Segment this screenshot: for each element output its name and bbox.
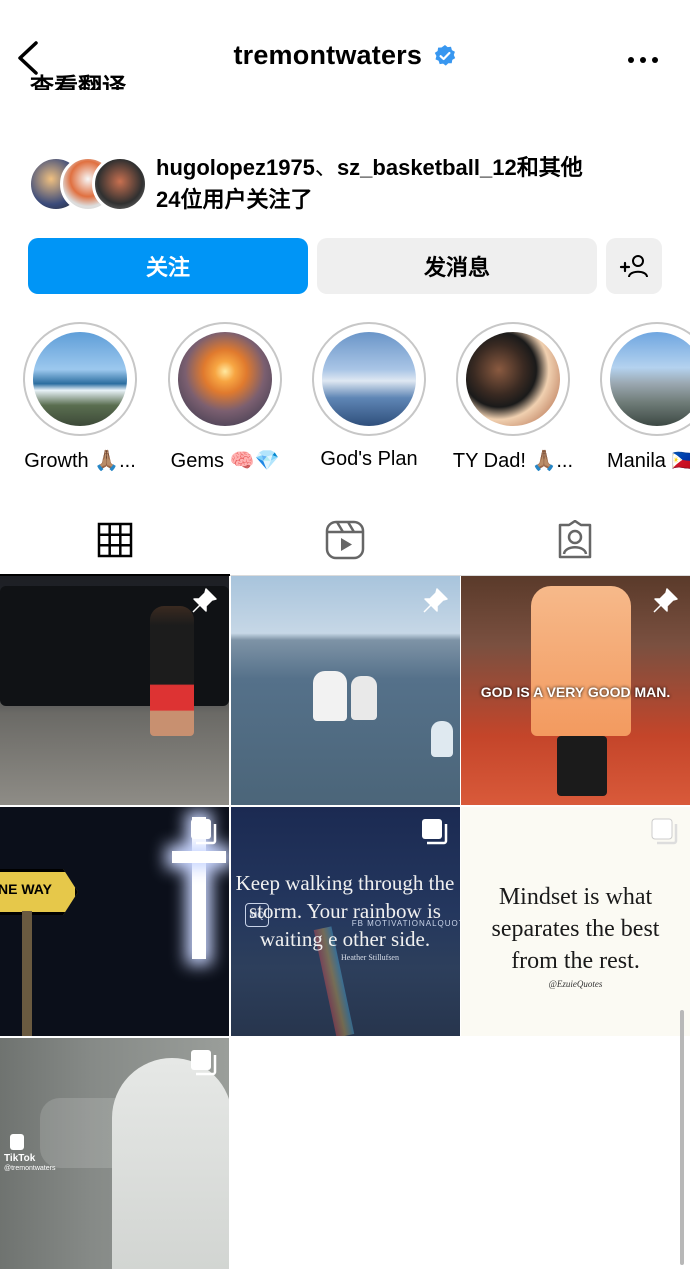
pin-icon (423, 588, 448, 613)
mutual-user-2[interactable]: sz_basketball_12 (337, 155, 517, 180)
followed-by-text: 位用户关注了 (180, 187, 313, 212)
highlight-ring (600, 322, 690, 436)
mutual-followers-text: hugolopez1975、sz_basketball_12和其他 24位用户关… (156, 152, 656, 216)
carousel-icon (191, 819, 217, 845)
highlight-label: Manila 🇵🇭 (607, 450, 690, 472)
post-caption: NE WAY (0, 881, 52, 897)
post-credit: @EzuieQuotes (548, 979, 603, 989)
highlight-ty-dad[interactable]: TY Dad! 🙏🏽... (441, 322, 585, 473)
mutual-followers[interactable]: hugolopez1975、sz_basketball_12和其他 24位用户关… (28, 152, 668, 216)
profile-username: tremontwaters (233, 40, 423, 70)
story-highlights: Growth 🙏🏽... Gems 🧠💎 God's Plan TY Dad! … (0, 322, 690, 482)
highlight-ring (23, 322, 137, 436)
highlight-growth[interactable]: Growth 🙏🏽... (8, 322, 152, 473)
post-caption: GOD IS A VERY GOOD MAN. (480, 684, 671, 700)
post-caption: Mindset is what separates the best from … (491, 884, 660, 974)
suggest-users-button[interactable] (606, 238, 662, 294)
tab-tagged[interactable] (460, 505, 690, 575)
add-person-icon (619, 255, 648, 278)
highlight-gods-plan[interactable]: God's Plan (297, 322, 441, 471)
highlight-label: TY Dad! 🙏🏽... (452, 450, 574, 472)
highlight-cover (610, 332, 690, 426)
player-jersey (531, 586, 631, 736)
mutual-avatars (28, 156, 148, 212)
mutual-user-1[interactable]: hugolopez1975 (156, 155, 315, 180)
avatar (92, 156, 148, 212)
post-caption: Keep walking through the storm. Your rai… (235, 871, 455, 951)
tiktok-label: TikTok (4, 1153, 36, 1164)
sign-pole (22, 911, 32, 1036)
tiktok-handle: @tremontwaters (4, 1165, 56, 1172)
highlight-cover (466, 332, 560, 426)
carousel-icon (651, 818, 678, 845)
post-tile-6[interactable]: Mindset is what separates the best from … (461, 807, 690, 1036)
more-horizontal-icon[interactable] (626, 50, 660, 70)
highlight-cover (33, 332, 127, 426)
title-wrap: tremontwaters (0, 40, 690, 71)
post-tile-5[interactable]: MQ Keep walking through the storm. Your … (231, 807, 460, 1036)
verified-badge-icon (434, 44, 455, 66)
profile-actions: 关注 发消息 (28, 238, 662, 294)
person-figure (431, 721, 453, 757)
person-figure (150, 606, 194, 736)
separator: 、 (314, 155, 337, 180)
person-figure (112, 1058, 229, 1269)
grid-icon (97, 522, 133, 558)
highlight-cover (178, 332, 272, 426)
post-tile-1[interactable] (0, 576, 229, 805)
scrollbar[interactable] (680, 1010, 684, 1265)
glowing-cross-horizontal (172, 851, 226, 863)
message-button[interactable]: 发消息 (317, 238, 597, 294)
post-credit: Heather Stillufsen (341, 953, 399, 962)
highlight-label: Growth 🙏🏽... (24, 450, 136, 472)
carousel-icon (422, 819, 448, 845)
person-figure (351, 676, 377, 720)
post-tile-2[interactable] (231, 576, 460, 805)
highlight-manila[interactable]: Manila 🇵🇭 (585, 322, 690, 473)
pin-icon (192, 588, 217, 613)
see-translation-link[interactable]: 查看翻译 (30, 70, 126, 90)
person-figure (313, 671, 347, 721)
highlight-label: God's Plan (320, 448, 418, 470)
post-tile-4[interactable]: NE WAY (0, 807, 229, 1036)
highlight-ring (456, 322, 570, 436)
post-tile-3[interactable]: GOD IS A VERY GOOD MAN. (461, 576, 690, 805)
tagged-person-icon (558, 520, 592, 559)
highlight-ring (168, 322, 282, 436)
highlight-cover (322, 332, 416, 426)
profile-header: tremontwaters 查看翻译 (0, 0, 690, 118)
watermark-text: FB MOTIVATIONALQUOTE (351, 919, 460, 928)
and-others-text: 和其他 (516, 155, 583, 180)
pin-icon (653, 588, 678, 613)
carousel-icon (191, 1050, 217, 1076)
tiktok-logo (10, 1134, 24, 1150)
highlight-label: Gems 🧠💎 (170, 450, 280, 472)
highlight-gems[interactable]: Gems 🧠💎 (153, 322, 297, 473)
post-tile-7[interactable]: TikTok @tremontwaters (0, 1038, 229, 1269)
reels-icon (325, 520, 365, 560)
player-legs (557, 736, 607, 796)
profile-tabs (0, 505, 690, 576)
follow-button[interactable]: 关注 (28, 238, 308, 294)
tab-reels[interactable] (230, 505, 460, 575)
others-count: 24 (156, 187, 181, 212)
tab-grid[interactable] (0, 505, 230, 576)
posts-grid: GOD IS A VERY GOOD MAN. NE WAY MQ Keep w… (0, 576, 690, 1269)
highlight-ring (312, 322, 426, 436)
